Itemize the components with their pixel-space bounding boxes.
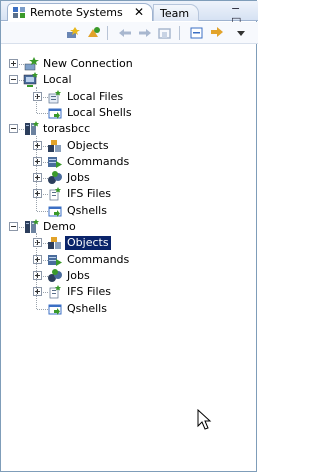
- tree-item[interactable]: Jobs: [1, 268, 258, 284]
- new-connection-icon: [24, 57, 39, 71]
- tab-team[interactable]: Team: [153, 4, 199, 21]
- tab-label: Team: [160, 7, 190, 20]
- tree-item-label: IFS Files: [67, 285, 111, 298]
- forward-icon[interactable]: [137, 26, 153, 40]
- collapse-icon[interactable]: [9, 222, 18, 231]
- objects-icon: [48, 140, 61, 152]
- tree-item[interactable]: torasbcc: [1, 121, 258, 137]
- toolbar-separator: [107, 26, 108, 40]
- tree-guide-line: [36, 136, 37, 211]
- expand-icon[interactable]: [33, 238, 42, 247]
- tree-guide-line: [36, 233, 37, 309]
- collapse-icon[interactable]: [9, 124, 18, 133]
- tree-item-label: Jobs: [67, 269, 90, 282]
- collapse-all-icon[interactable]: [189, 26, 205, 40]
- tree-item-label: Objects: [65, 236, 111, 250]
- tree-item[interactable]: Objects: [1, 138, 258, 154]
- tree-item-label: Commands: [67, 155, 130, 168]
- jobs-icon: [48, 171, 62, 184]
- expand-icon[interactable]: [33, 189, 42, 198]
- tree-item[interactable]: Local: [1, 72, 258, 88]
- tree-item[interactable]: Qshells: [1, 301, 258, 317]
- expand-icon[interactable]: [33, 141, 42, 150]
- view-toolbar: [1, 22, 258, 44]
- tree-item-label: Local Shells: [67, 106, 132, 119]
- tree-item[interactable]: Local Files: [1, 89, 258, 105]
- tree-item-label: Commands: [67, 253, 130, 266]
- tree-item[interactable]: Local Shells: [1, 105, 258, 121]
- commands-icon: [48, 157, 62, 168]
- shells-icon: [48, 108, 62, 119]
- back-icon[interactable]: [117, 26, 133, 40]
- close-icon[interactable]: ✕: [134, 5, 144, 19]
- link-with-editor-icon[interactable]: [209, 26, 225, 40]
- expand-icon[interactable]: [33, 157, 42, 166]
- shells-icon: [48, 206, 62, 217]
- tree-item[interactable]: New Connection: [1, 56, 258, 72]
- tree-item[interactable]: Qshells: [1, 203, 258, 219]
- tree-item-label: New Connection: [43, 57, 133, 70]
- toolbar-separator: [179, 26, 180, 40]
- expand-icon[interactable]: [33, 92, 42, 101]
- view-menu-icon[interactable]: [235, 26, 247, 40]
- tab-remote-systems[interactable]: Remote Systems ✕: [7, 3, 153, 21]
- expand-icon[interactable]: [33, 271, 42, 280]
- tree-item-label: Demo: [43, 220, 76, 233]
- tree-item-label: Local: [43, 73, 72, 86]
- tree-item-label: Objects: [67, 139, 109, 152]
- expand-icon[interactable]: [33, 255, 42, 264]
- expand-icon[interactable]: [9, 59, 18, 68]
- iseries-system-icon: [25, 121, 39, 135]
- tree-item-label: Qshells: [67, 302, 107, 315]
- tree-item[interactable]: Commands: [1, 252, 258, 268]
- mouse-pointer-icon: [197, 409, 212, 430]
- tab-label: Remote Systems: [30, 6, 123, 19]
- tree-item[interactable]: Jobs: [1, 170, 258, 186]
- tree-item-label: IFS Files: [67, 187, 111, 200]
- collapse-icon[interactable]: [9, 75, 18, 84]
- tree-item[interactable]: Objects: [1, 235, 258, 251]
- ifs-files-icon: [49, 285, 61, 299]
- new-connection-icon[interactable]: [65, 26, 81, 40]
- tree-item-label: Jobs: [67, 171, 90, 184]
- local-system-icon: [23, 72, 38, 87]
- refresh-filter-icon[interactable]: [85, 26, 101, 40]
- commands-icon: [48, 255, 62, 266]
- tree-item-label: Local Files: [67, 90, 124, 103]
- shells-icon: [48, 304, 62, 315]
- expand-icon[interactable]: [33, 173, 42, 182]
- local-files-icon: [48, 90, 61, 104]
- tree-guide-line: [36, 87, 37, 113]
- tree-item[interactable]: Demo: [1, 219, 258, 235]
- tree-item-label: Qshells: [67, 204, 107, 217]
- remote-systems-view: Remote Systems ✕ Team − □: [0, 0, 258, 472]
- objects-icon: [48, 237, 61, 249]
- ifs-files-icon: [49, 187, 61, 201]
- tree-item[interactable]: IFS Files: [1, 284, 258, 300]
- home-icon[interactable]: [157, 26, 173, 40]
- jobs-icon: [48, 269, 62, 282]
- view-tab-strip: Remote Systems ✕ Team − □: [1, 1, 258, 28]
- tree-item[interactable]: IFS Files: [1, 186, 258, 202]
- tree-item-label: torasbcc: [43, 122, 91, 135]
- remote-systems-icon: [13, 7, 25, 18]
- expand-icon[interactable]: [33, 287, 42, 296]
- tree-item[interactable]: Commands: [1, 154, 258, 170]
